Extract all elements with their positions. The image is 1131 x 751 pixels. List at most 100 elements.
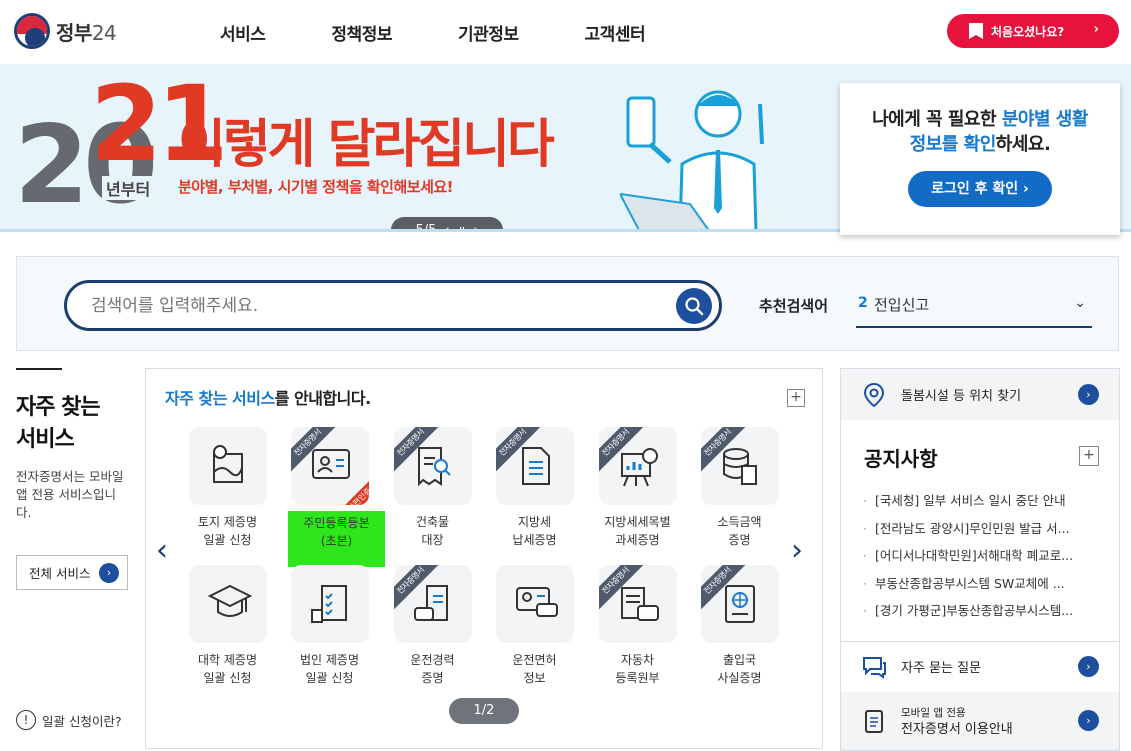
faq-link[interactable]: 자주 묻는 질문 ›: [841, 641, 1119, 692]
chevron-down-icon[interactable]: ⌄: [1074, 295, 1086, 311]
frequent-services-desc: 전자증명서는 모바일 앱 전용 서비스입니다.: [16, 469, 124, 520]
care-facility-label: 돌봄시설 등 위치 찾기: [901, 389, 1022, 404]
faq-label: 자주 묻는 질문: [901, 661, 982, 676]
service-label: 토지 제증명 일괄 신청: [197, 515, 257, 547]
banner-next-button[interactable]: ›: [473, 223, 478, 230]
car-register-icon: [621, 587, 659, 621]
gov24-logo[interactable]: 정부24: [14, 13, 117, 49]
notice-title: 공지사항: [864, 447, 938, 471]
notice-item[interactable]: [전라남도 광양시]무인민원 발급 서...: [863, 515, 1103, 543]
frequent-services-panel: 자주 찾는 서비스를 안내합니다. + ‹ › 토지 제증명 일괄 신청 전자증명…: [145, 368, 823, 749]
nav-services[interactable]: 서비스: [220, 20, 266, 45]
notice-more-button[interactable]: +: [1079, 446, 1099, 466]
title-bar-divider: [16, 368, 62, 370]
mobile-document-icon: [865, 710, 883, 733]
banner-pause-button[interactable]: ॥: [458, 221, 466, 229]
nav-policy-info[interactable]: 정책정보: [331, 20, 392, 45]
notice-item[interactable]: 부동산종합공부시스템 SW교체에 ...: [863, 570, 1103, 598]
service-local-tax-payment[interactable]: 전자증명서 지방세 납세증명: [483, 427, 586, 557]
recommend-keyword-dropdown[interactable]: 2 전입신고 ⌄: [856, 283, 1092, 328]
svc-icon-box: [189, 565, 267, 643]
search-button[interactable]: [676, 288, 712, 324]
header: 정부24 서비스 정책정보 기관정보 고객센터 처음오셨나요? ›: [0, 0, 1131, 64]
checklist-stamp-icon: [311, 585, 347, 623]
frequent-services-title: 자주 찾는 서비스: [16, 395, 101, 452]
service-building-register[interactable]: 전자증명서 건축물 대장: [381, 427, 484, 557]
nav-agency-info[interactable]: 기관정보: [458, 20, 519, 45]
arrow-circle-icon: ›: [1078, 384, 1099, 405]
car-document-icon: [414, 585, 448, 621]
svc-icon-box: 전자증명서: [599, 565, 677, 643]
service-resident-registration[interactable]: 전자증명서 간편인증 주민등록등본 (초본): [278, 427, 385, 567]
notice-item[interactable]: [국세청] 일부 서비스 일시 중단 안내: [863, 487, 1103, 515]
notice-item[interactable]: [어디서나대학민원]서해대학 폐교로...: [863, 542, 1103, 570]
coins-icon: [723, 448, 757, 485]
service-land-certificate[interactable]: 토지 제증명 일괄 신청: [176, 427, 279, 557]
all-services-button[interactable]: 전체 서비스 ›: [16, 555, 128, 590]
nav-customer-center[interactable]: 고객센터: [585, 20, 646, 45]
service-immigration-fact[interactable]: 전자증명서 출입국 사실증명: [688, 565, 791, 695]
svc-icon-box: 전자증명서: [394, 427, 472, 505]
arrow-circle-icon: ›: [1078, 710, 1099, 731]
search-area: 추천검색어 2 전입신고 ⌄: [16, 256, 1119, 351]
mobile-e-certificate-guide[interactable]: 모바일 앱 전용 전자증명서 이용안내 ›: [841, 692, 1119, 750]
svc-icon-box: 전자증명서: [701, 427, 779, 505]
service-vehicle-registration[interactable]: 전자증명서 자동차 등록원부: [586, 565, 689, 695]
more-plus-button[interactable]: +: [787, 389, 805, 407]
svc-icon-box: 전자증명서: [496, 427, 574, 505]
svc-icon-box: 전자증명서: [394, 565, 472, 643]
first-visit-button[interactable]: 처음오셨나요? ›: [947, 14, 1119, 48]
svc-icon-box: 전자증명서: [599, 427, 677, 505]
first-visit-label: 처음오셨나요?: [991, 24, 1065, 39]
chart-board-icon: [621, 448, 658, 487]
service-label: 소득금액 증명: [717, 515, 762, 547]
services-prev-arrow-icon[interactable]: ‹: [156, 533, 168, 568]
service-corporate-certificate[interactable]: 법인 제증명 일괄 신청: [278, 565, 381, 695]
svc-icon-box: [291, 565, 369, 643]
service-driver-license-info[interactable]: 운전면허 정보: [483, 565, 586, 695]
banner-headline: 이렇게 달라집니다: [178, 115, 555, 175]
service-local-tax-item[interactable]: 전자증명서 지방세세목별 과세증명: [586, 427, 689, 557]
notice-item[interactable]: [경기 가평군]부동산종합공부시스템...: [863, 597, 1103, 625]
care-facility-finder[interactable]: 돌봄시설 등 위치 찾기 ›: [841, 369, 1119, 420]
service-label: 자동차 등록원부: [615, 653, 660, 685]
recommend-word[interactable]: 전입신고: [874, 294, 929, 315]
notice-list: [국세청] 일부 서비스 일시 중단 안내 [전라남도 광양시]무인민원 발급 …: [863, 487, 1103, 625]
location-pin-icon: [863, 382, 885, 407]
service-label: 출입국 사실증명: [717, 653, 762, 685]
search-input[interactable]: [91, 293, 651, 319]
banner-prev-button[interactable]: ‹: [444, 223, 449, 230]
search-icon: [685, 297, 704, 316]
bookmark-icon: [969, 23, 983, 39]
recommend-rank: 2: [858, 295, 868, 311]
arrow-circle-icon: ›: [99, 563, 119, 583]
bulk-apply-help-label: 일괄 신청이란?: [42, 713, 122, 729]
officer-illustration-icon: [620, 90, 764, 229]
services-panel-title: 자주 찾는 서비스를 안내합니다.: [165, 389, 371, 408]
service-label: 건축물 대장: [415, 515, 450, 547]
service-label-highlighted: 주민등록등본 (초본): [288, 511, 385, 567]
main-nav: 서비스 정책정보 기관정보 고객센터: [220, 20, 711, 45]
svc-icon-box: [496, 565, 574, 643]
passport-icon: [725, 585, 755, 623]
graduation-cap-icon: [208, 584, 252, 617]
bulk-apply-help-link[interactable]: ! 일괄 신청이란?: [16, 710, 122, 730]
service-driving-career[interactable]: 전자증명서 운전경력 증명: [381, 565, 484, 695]
service-label: 운전면허 정보: [512, 653, 557, 685]
banner-pager-count: 5/5: [415, 222, 437, 232]
banner-since: 년부터: [102, 176, 155, 200]
all-services-label: 전체 서비스: [29, 566, 91, 581]
services-next-arrow-icon[interactable]: ›: [791, 533, 803, 568]
svc-icon-box: 전자증명서: [701, 565, 779, 643]
login-promo-box: 나에게 꼭 필요한 분야별 생활 정보를 확인하세요. 로그인 후 확인 ›: [840, 83, 1120, 235]
service-university-certificate[interactable]: 대학 제증명 일괄 신청: [176, 565, 279, 695]
logo-text: 정부24: [56, 20, 117, 45]
map-icon: [213, 445, 243, 483]
login-check-button[interactable]: 로그인 후 확인 ›: [908, 171, 1052, 207]
service-label: 대학 제증명 일괄 신청: [197, 653, 257, 685]
service-income-certificate[interactable]: 전자증명서 소득금액 증명: [688, 427, 791, 557]
service-label: 지방세 납세증명: [512, 515, 557, 547]
services-pager[interactable]: 1/2: [449, 698, 519, 724]
document-search-icon: [418, 447, 451, 487]
svc-icon-box: [189, 427, 267, 505]
